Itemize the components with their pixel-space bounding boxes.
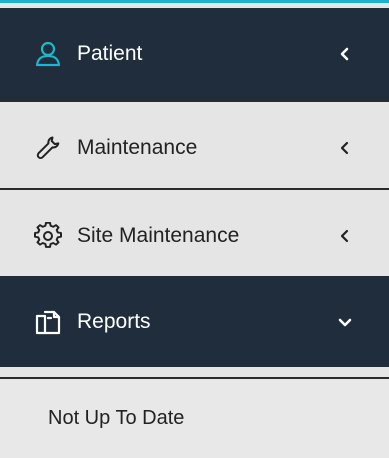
sidebar-item-patient[interactable]: Patient: [0, 8, 389, 100]
chevron-left-icon: [337, 46, 353, 62]
subitem-label: Not Up To Date: [48, 407, 185, 429]
chevron-left-icon: [337, 140, 353, 156]
user-icon: [34, 40, 62, 68]
wrench-icon: [34, 134, 62, 162]
sidebar-item-label: Maintenance: [77, 136, 198, 159]
sidebar-item-label: Reports: [77, 309, 151, 333]
sidebar-item-site-maintenance[interactable]: Site Maintenance: [0, 190, 389, 282]
reports-subitem-not-up-to-date[interactable]: Not Up To Date: [0, 379, 389, 458]
top-accent-bar: [0, 0, 389, 3]
sidebar-item-reports[interactable]: Reports: [0, 276, 389, 367]
sidebar-item-maintenance[interactable]: Maintenance: [0, 102, 389, 194]
sidebar-item-label: Patient: [77, 42, 143, 65]
sidebar-item-label: Site Maintenance: [77, 224, 240, 247]
gear-icon: [34, 222, 62, 250]
sidebar-nav: Patient Maintenance Site Maintenance Rep…: [0, 0, 389, 458]
chevron-down-icon: [337, 314, 353, 330]
reports-icon: [34, 308, 62, 336]
chevron-left-icon: [337, 228, 353, 244]
